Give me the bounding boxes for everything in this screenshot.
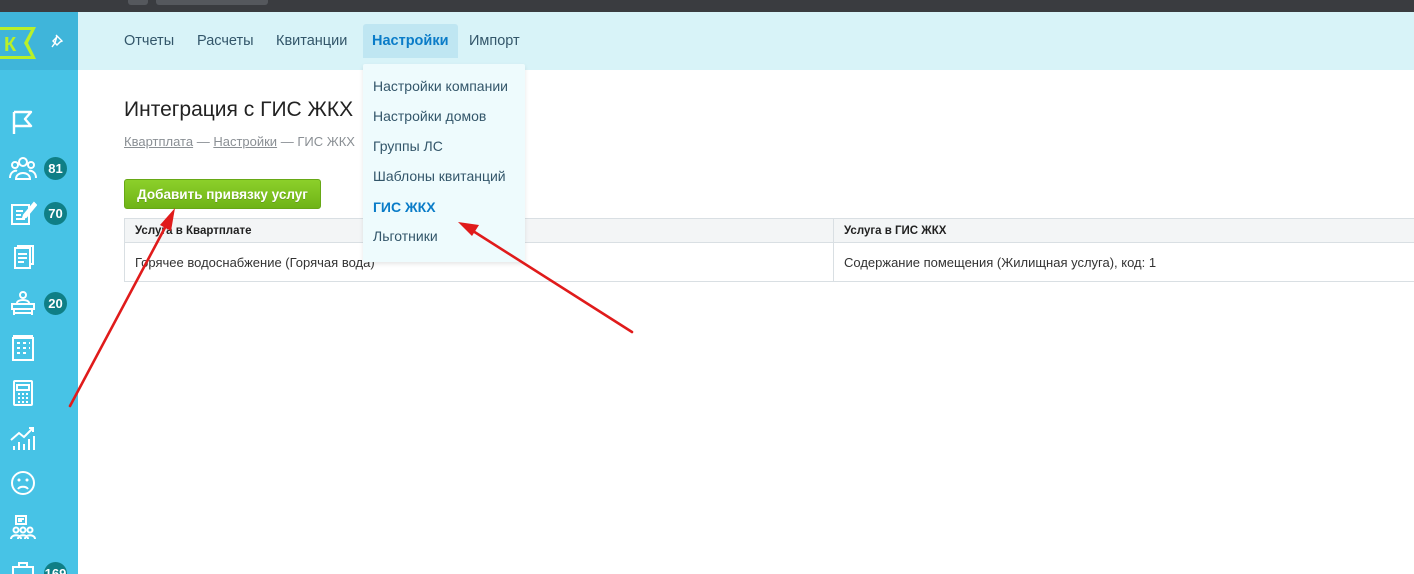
nav-reports[interactable]: Отчеты bbox=[115, 24, 183, 58]
annotation-arrows bbox=[68, 208, 634, 408]
complaints-face-icon[interactable] bbox=[9, 469, 37, 497]
service-desk-icon[interactable] bbox=[9, 289, 37, 317]
pin-icon[interactable] bbox=[49, 32, 67, 50]
breadcrumb-current: ГИС ЖКХ bbox=[297, 134, 355, 149]
table-cell-gis-service[interactable]: Содержание помещения (Жилищная услуга), … bbox=[834, 243, 1414, 282]
column-header-gis-service[interactable]: Услуга в ГИС ЖКХ bbox=[834, 219, 1414, 243]
kvartplata-logo[interactable]: К bbox=[0, 27, 36, 59]
residents-icon[interactable] bbox=[9, 154, 37, 182]
page-title: Интеграция с ГИС ЖКХ bbox=[124, 98, 354, 121]
edit-document-icon[interactable] bbox=[9, 199, 37, 227]
dropdown-item-house-settings[interactable]: Настройки домов bbox=[373, 108, 486, 124]
nav-settings[interactable]: Настройки bbox=[363, 24, 458, 58]
analytics-chart-icon[interactable] bbox=[9, 424, 37, 452]
dropdown-item-beneficiaries[interactable]: Льготники bbox=[373, 228, 438, 244]
breadcrumb: Квартплата — Настройки — ГИС ЖКХ bbox=[124, 134, 355, 149]
settings-dropdown-menu: Настройки компании Настройки домов Групп… bbox=[363, 64, 525, 262]
staff-icon[interactable] bbox=[9, 514, 37, 542]
dropdown-item-receipt-templates[interactable]: Шаблоны квитанций bbox=[373, 168, 506, 184]
browser-tab-fragment[interactable] bbox=[156, 0, 268, 5]
nav-receipts[interactable]: Квитанции bbox=[267, 24, 356, 58]
dropdown-item-account-groups[interactable]: Группы ЛС bbox=[373, 138, 443, 154]
bag-badge: 169 bbox=[42, 560, 69, 574]
bag-icon[interactable] bbox=[9, 559, 37, 574]
app-window: К 81 70 20 169 Отчеты Расчеты Квитанции … bbox=[0, 0, 1414, 574]
breadcrumb-link-kvartplata[interactable]: Квартплата bbox=[124, 134, 193, 149]
flag-icon[interactable] bbox=[9, 109, 37, 137]
add-service-binding-button[interactable]: Добавить привязку услуг bbox=[124, 179, 321, 209]
requests-badge: 70 bbox=[42, 200, 69, 227]
nav-calculations[interactable]: Расчеты bbox=[188, 24, 263, 58]
sidebar: К 81 70 20 169 bbox=[0, 12, 78, 574]
calculator-icon[interactable] bbox=[9, 379, 37, 407]
residents-badge: 81 bbox=[42, 155, 69, 182]
browser-top-bar bbox=[0, 0, 1414, 12]
dropdown-item-company-settings[interactable]: Настройки компании bbox=[373, 78, 508, 94]
nav-import[interactable]: Импорт bbox=[460, 24, 529, 58]
buildings-icon[interactable] bbox=[9, 334, 37, 362]
breadcrumb-link-settings[interactable]: Настройки bbox=[213, 134, 277, 149]
breadcrumb-separator: — bbox=[196, 134, 210, 149]
dropdown-item-gis-zhkh[interactable]: ГИС ЖКХ bbox=[373, 199, 436, 215]
logo-letter: К bbox=[4, 34, 17, 56]
tasks-badge: 20 bbox=[42, 290, 69, 317]
documents-icon[interactable] bbox=[9, 244, 37, 272]
breadcrumb-separator: — bbox=[280, 134, 294, 149]
sidebar-logo-area: К bbox=[0, 12, 78, 70]
top-navigation: Отчеты Расчеты Квитанции Настройки Импор… bbox=[78, 12, 1414, 70]
service-mapping-table: Услуга в Квартплате Услуга в ГИС ЖКХ Гор… bbox=[124, 218, 1414, 282]
browser-tab-fragment[interactable] bbox=[128, 0, 148, 5]
